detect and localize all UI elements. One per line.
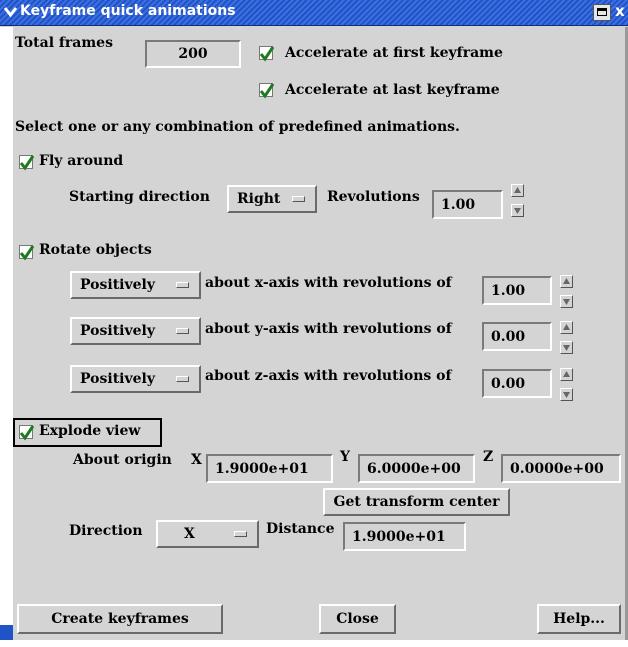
z-axis-label: about z-axis with revolutions of bbox=[205, 368, 452, 384]
x-axis-sign-menu[interactable]: Positively bbox=[70, 271, 201, 299]
checkmark-icon bbox=[19, 155, 35, 171]
fly-revolutions-value: 1.00 bbox=[441, 196, 476, 213]
origin-x-value: 1.9000e+01 bbox=[215, 460, 309, 477]
y-revolutions-up-arrow[interactable] bbox=[560, 321, 573, 334]
origin-z-label: Z bbox=[483, 449, 494, 465]
get-transform-center-label: Get transform center bbox=[333, 494, 500, 510]
total-frames-input[interactable]: 200 bbox=[145, 40, 241, 68]
origin-y-label: Y bbox=[340, 449, 350, 465]
z-revolutions-input[interactable]: 0.00 bbox=[482, 369, 552, 398]
y-revolutions-down-arrow[interactable] bbox=[560, 341, 573, 354]
help-button[interactable]: Help... bbox=[537, 604, 621, 634]
origin-y-value: 6.0000e+00 bbox=[367, 460, 461, 477]
window-left-edge bbox=[0, 27, 13, 647]
y-revolutions-input[interactable]: 0.00 bbox=[482, 322, 552, 351]
title-bar[interactable]: Keyframe quick animations x bbox=[0, 0, 628, 26]
starting-direction-value: Right bbox=[237, 191, 281, 207]
checkmark-icon bbox=[19, 425, 35, 441]
window-title: Keyframe quick animations bbox=[20, 3, 236, 19]
checkmark-icon bbox=[19, 245, 35, 261]
fly-revolutions-down-arrow[interactable] bbox=[511, 204, 524, 217]
revolutions-label: Revolutions bbox=[327, 189, 420, 205]
rotate-objects-label: Rotate objects bbox=[39, 242, 152, 258]
arrow-down-icon bbox=[563, 345, 570, 351]
direction-value: X bbox=[184, 526, 195, 542]
starting-direction-label: Starting direction bbox=[69, 189, 210, 205]
distance-value: 1.9000e+01 bbox=[352, 528, 446, 545]
y-axis-sign-value: Positively bbox=[80, 323, 155, 339]
fly-around-label: Fly around bbox=[39, 153, 124, 169]
distance-input[interactable]: 1.9000e+01 bbox=[343, 522, 466, 551]
option-menu-indicator-icon bbox=[234, 531, 247, 537]
help-label: Help... bbox=[553, 611, 605, 627]
accelerate-last-label: Accelerate at last keyframe bbox=[285, 82, 500, 98]
y-axis-sign-menu[interactable]: Positively bbox=[70, 317, 201, 345]
z-revolutions-value: 0.00 bbox=[491, 375, 526, 392]
arrow-down-icon bbox=[514, 208, 521, 214]
dialog-body: Total frames 200 Accelerate at first key… bbox=[13, 27, 628, 642]
close-label: Close bbox=[336, 611, 379, 627]
create-keyframes-button[interactable]: Create keyframes bbox=[17, 604, 223, 634]
direction-menu[interactable]: X bbox=[156, 520, 259, 548]
total-frames-value: 200 bbox=[178, 46, 208, 62]
accelerate-first-label: Accelerate at first keyframe bbox=[285, 45, 503, 61]
about-origin-label: About origin bbox=[73, 452, 172, 468]
z-revolutions-up-arrow[interactable] bbox=[560, 368, 573, 381]
z-axis-sign-menu[interactable]: Positively bbox=[70, 365, 201, 393]
maximize-button[interactable] bbox=[593, 4, 611, 21]
option-menu-indicator-icon bbox=[292, 196, 305, 202]
total-frames-label: Total frames bbox=[15, 35, 113, 51]
fly-around-checkbox[interactable] bbox=[19, 155, 35, 171]
arrow-down-icon bbox=[563, 299, 570, 305]
origin-y-input[interactable]: 6.0000e+00 bbox=[358, 454, 475, 483]
option-menu-indicator-icon bbox=[176, 328, 189, 334]
z-revolutions-down-arrow[interactable] bbox=[560, 388, 573, 401]
arrow-down-icon bbox=[563, 392, 570, 398]
close-button[interactable]: Close bbox=[319, 604, 396, 634]
explode-view-checkbox[interactable] bbox=[19, 425, 35, 441]
origin-x-input[interactable]: 1.9000e+01 bbox=[206, 454, 333, 483]
rotate-objects-checkbox[interactable] bbox=[19, 245, 35, 261]
fly-revolutions-up-arrow[interactable] bbox=[511, 184, 524, 197]
option-menu-indicator-icon bbox=[176, 376, 189, 382]
starting-direction-menu[interactable]: Right bbox=[227, 185, 317, 213]
x-revolutions-down-arrow[interactable] bbox=[560, 295, 573, 308]
z-axis-sign-value: Positively bbox=[80, 371, 155, 387]
option-menu-indicator-icon bbox=[176, 282, 189, 288]
accelerate-last-checkbox[interactable] bbox=[259, 83, 275, 99]
get-transform-center-button[interactable]: Get transform center bbox=[323, 488, 510, 516]
x-revolutions-up-arrow[interactable] bbox=[560, 275, 573, 288]
origin-z-value: 0.0000e+00 bbox=[510, 460, 604, 477]
y-axis-label: about y-axis with revolutions of bbox=[205, 321, 452, 337]
accelerate-first-checkbox[interactable] bbox=[259, 46, 275, 62]
explode-view-label: Explode view bbox=[39, 423, 141, 439]
checkmark-icon bbox=[259, 46, 275, 62]
origin-z-input[interactable]: 0.0000e+00 bbox=[501, 454, 621, 483]
y-revolutions-value: 0.00 bbox=[491, 328, 526, 345]
origin-x-label: X bbox=[191, 452, 202, 468]
window-menu-icon[interactable] bbox=[3, 4, 18, 19]
window-bottom-edge bbox=[0, 640, 628, 647]
checkmark-icon bbox=[259, 83, 275, 99]
arrow-up-icon bbox=[514, 187, 521, 193]
fly-revolutions-input[interactable]: 1.00 bbox=[432, 190, 503, 219]
direction-label: Direction bbox=[69, 523, 143, 539]
x-revolutions-value: 1.00 bbox=[491, 282, 526, 299]
instructions-text: Select one or any combination of predefi… bbox=[15, 119, 460, 135]
x-axis-sign-value: Positively bbox=[80, 277, 155, 293]
close-window-icon[interactable]: x bbox=[615, 2, 625, 20]
arrow-up-icon bbox=[563, 278, 570, 284]
arrow-up-icon bbox=[563, 371, 570, 377]
arrow-up-icon bbox=[563, 324, 570, 330]
create-keyframes-label: Create keyframes bbox=[51, 611, 189, 627]
x-revolutions-input[interactable]: 1.00 bbox=[482, 276, 552, 305]
distance-label: Distance bbox=[266, 521, 335, 537]
x-axis-label: about x-axis with revolutions of bbox=[205, 275, 452, 291]
